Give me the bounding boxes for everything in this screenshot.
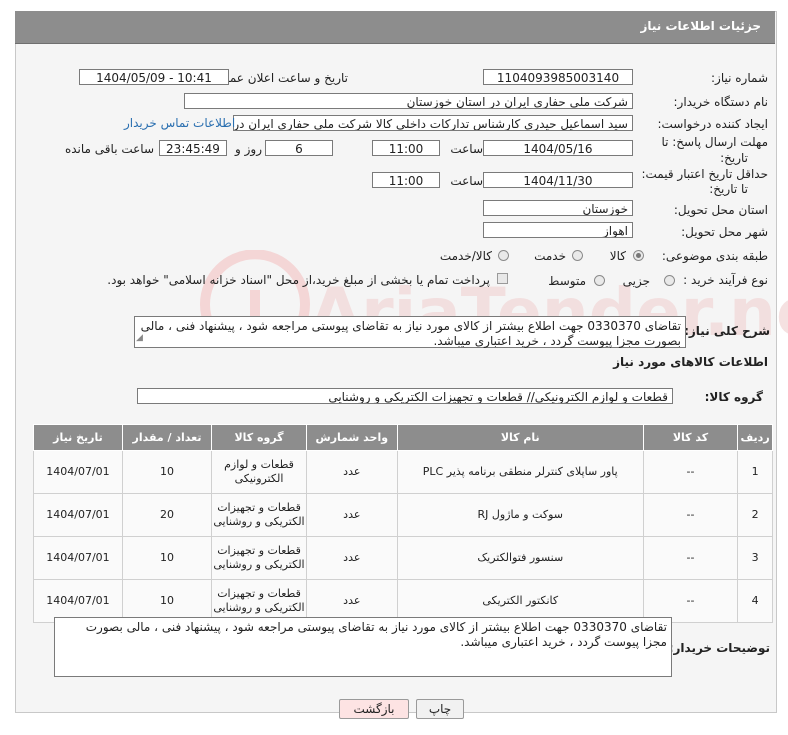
cell-row-number: 3 bbox=[737, 536, 773, 580]
contact-buyer-link[interactable]: اطلاعات تماس خریدار bbox=[124, 116, 235, 130]
price-validity-label: حداقل تاریخ اعتبار قیمت: bbox=[641, 167, 768, 181]
buyer-notes-textarea[interactable]: تقاضای 0330370 جهت اطلاع بیشتر از کالای … bbox=[54, 617, 672, 677]
purchase-radio-medium[interactable] bbox=[594, 275, 605, 286]
cell-unit: عدد bbox=[305, 493, 398, 537]
treasury-payment-note: پرداخت تمام یا بخشی از مبلغ خرید،از محل … bbox=[107, 273, 490, 287]
cell-quantity: 20 bbox=[121, 493, 213, 537]
goods-group-field[interactable]: قطعات و لوازم الکترونیکی// قطعات و تجهیز… bbox=[137, 388, 673, 404]
col-header-unit: واحد شمارش bbox=[305, 424, 398, 451]
col-header-goods-name: نام کالا bbox=[396, 424, 644, 451]
category-label: طبقه بندی موضوعی: bbox=[661, 249, 768, 263]
col-header-need-date: تاریخ نیاز bbox=[33, 424, 123, 451]
cell-need-date: 1404/07/01 bbox=[33, 493, 123, 537]
need-number-label: شماره نیاز: bbox=[711, 71, 768, 85]
cell-unit: عدد bbox=[305, 536, 398, 580]
deadline-time-field[interactable]: 11:00 bbox=[372, 140, 440, 156]
panel-header: جزئیات اطلاعات نیاز bbox=[15, 11, 775, 44]
cell-need-date: 1404/07/01 bbox=[33, 450, 123, 494]
cell-row-number: 1 bbox=[737, 450, 773, 494]
treasury-payment-checkbox[interactable] bbox=[497, 273, 508, 284]
deadline-time-label: ساعت bbox=[450, 142, 483, 156]
cell-goods-group: قطعات و تجهیزات الکتریکی و روشنایی bbox=[211, 493, 307, 537]
buyer-notes-text: تقاضای 0330370 جهت اطلاع بیشتر از کالای … bbox=[85, 620, 667, 649]
purchase-type-label: نوع فرآیند خرید : bbox=[683, 273, 768, 287]
city-label: شهر محل تحویل: bbox=[681, 225, 768, 239]
cell-goods-code: -- bbox=[642, 536, 739, 580]
purchase-option-minor: جزیی bbox=[622, 274, 650, 288]
days-field[interactable]: 6 bbox=[265, 140, 333, 156]
print-button[interactable]: چاپ bbox=[416, 699, 464, 719]
category-option-service: خدمت bbox=[534, 249, 566, 263]
creator-label: ایجاد کننده درخواست: bbox=[657, 117, 768, 131]
city-field[interactable]: اهواز bbox=[483, 222, 633, 238]
buyer-notes-label: توضیحات خریدار: bbox=[668, 641, 770, 655]
table-row[interactable]: 2 -- سوکت و ماژول RJ عدد قطعات و تجهیزات… bbox=[33, 493, 773, 537]
price-time-label: ساعت bbox=[450, 174, 483, 188]
purchase-option-medium: متوسط bbox=[548, 274, 586, 288]
province-label: استان محل تحویل: bbox=[673, 203, 768, 217]
cell-unit: عدد bbox=[305, 450, 398, 494]
category-option-goods: کالا bbox=[609, 249, 626, 263]
goods-info-title: اطلاعات کالاهای مورد نیاز bbox=[613, 355, 768, 369]
cell-need-date: 1404/07/01 bbox=[33, 536, 123, 580]
remaining-label: ساعت باقی مانده bbox=[64, 142, 154, 156]
province-field[interactable]: خوزستان bbox=[483, 200, 633, 216]
price-validity-label-2: تا تاریخ: bbox=[709, 182, 748, 196]
table-row[interactable]: 3 -- سنسور فتوالکتریک عدد قطعات و تجهیزا… bbox=[33, 536, 773, 580]
purchase-radio-minor[interactable] bbox=[664, 275, 675, 286]
col-header-goods-code: کد کالا bbox=[642, 424, 739, 451]
col-header-quantity: تعداد / مقدار bbox=[121, 424, 213, 451]
price-date-field[interactable]: 1404/11/30 bbox=[483, 172, 633, 188]
deadline-label: مهلت ارسال پاسخ: تا bbox=[661, 135, 768, 149]
resize-grip-icon[interactable]: ◢ bbox=[136, 331, 143, 346]
category-radio-both[interactable] bbox=[498, 250, 509, 261]
page-title: جزئیات اطلاعات نیاز bbox=[640, 19, 761, 33]
cell-goods-name: سنسور فتوالکتریک bbox=[396, 536, 644, 580]
cell-goods-code: -- bbox=[642, 450, 739, 494]
category-option-both: کالا/خدمت bbox=[439, 249, 492, 263]
col-header-row-number: ردیف bbox=[737, 424, 773, 451]
buyer-field[interactable]: شرکت ملی حفاری ایران در استان خوزستان bbox=[184, 93, 633, 109]
deadline-date-field[interactable]: 1404/05/16 bbox=[483, 140, 633, 156]
cell-quantity: 10 bbox=[121, 536, 213, 580]
cell-goods-group: قطعات و لوازم الکترونیکی bbox=[211, 450, 307, 494]
buyer-label: نام دستگاه خریدار: bbox=[673, 95, 769, 109]
goods-group-label: گروه کالا: bbox=[704, 390, 763, 404]
cell-goods-name: پاور ساپلای کنترلر منطقی برنامه پذیر PLC bbox=[396, 450, 644, 494]
back-button[interactable]: بازگشت bbox=[339, 699, 409, 719]
cell-row-number: 2 bbox=[737, 493, 773, 537]
price-time-field[interactable]: 11:00 bbox=[372, 172, 440, 188]
cell-goods-group: قطعات و تجهیزات الکتریکی و روشنایی bbox=[211, 536, 307, 580]
category-radio-service[interactable] bbox=[572, 250, 583, 261]
items-table: ردیف کد کالا نام کالا واحد شمارش گروه کا… bbox=[33, 424, 773, 623]
cell-goods-name: سوکت و ماژول RJ bbox=[396, 493, 644, 537]
cell-row-number: 4 bbox=[737, 579, 773, 623]
need-number-field[interactable]: 1104093985003140 bbox=[483, 69, 633, 85]
summary-label: شرح کلی نیاز: bbox=[684, 324, 770, 338]
creator-field[interactable]: سید اسماعیل حیدری کارشناس تدارکات داخلی … bbox=[233, 115, 633, 131]
table-row[interactable]: 1 -- پاور ساپلای کنترلر منطقی برنامه پذی… bbox=[33, 450, 773, 494]
table-header-row: ردیف کد کالا نام کالا واحد شمارش گروه کا… bbox=[33, 424, 773, 451]
cell-goods-code: -- bbox=[642, 493, 739, 537]
days-label: روز و bbox=[235, 142, 262, 156]
remaining-time-field[interactable]: 23:45:49 bbox=[159, 140, 227, 156]
col-header-goods-group: گروه کالا bbox=[211, 424, 307, 451]
cell-quantity: 10 bbox=[121, 450, 213, 494]
deadline-label-2: تاریخ: bbox=[720, 151, 748, 165]
summary-text: تقاضای 0330370 جهت اطلاع بیشتر از کالای … bbox=[140, 319, 681, 348]
category-radio-goods[interactable] bbox=[633, 250, 644, 261]
announce-field[interactable]: 1404/05/09 - 10:41 bbox=[79, 69, 229, 85]
summary-textarea[interactable]: تقاضای 0330370 جهت اطلاع بیشتر از کالای … bbox=[134, 316, 686, 348]
